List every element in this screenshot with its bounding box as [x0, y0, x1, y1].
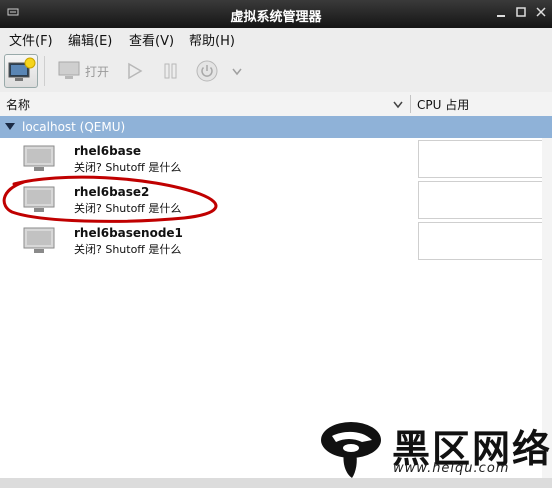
vm-status: 关闭? Shutoff 是什么 [74, 202, 182, 215]
shutdown-menu-button[interactable] [231, 66, 243, 80]
shutdown-button[interactable] [195, 59, 219, 86]
chevron-down-icon [232, 68, 242, 76]
vm-name: rhel6base [74, 144, 142, 158]
open-label: 打开 [85, 65, 110, 79]
window-menu-icon[interactable] [6, 6, 20, 20]
vm-row[interactable]: rhel6base 关闭? Shutoff 是什么 [0, 140, 552, 180]
mushroom-logo-icon [321, 422, 381, 478]
vm-monitor-icon [23, 227, 55, 253]
menu-edit[interactable]: 编辑(E) [68, 30, 112, 49]
bottom-strip [0, 478, 552, 488]
column-header: 名称 CPU 占用 [0, 92, 552, 117]
new-vm-button[interactable] [4, 54, 38, 88]
cpu-usage-graph [418, 181, 544, 219]
column-separator [410, 95, 411, 113]
minimize-icon[interactable] [494, 6, 508, 20]
pause-icon [164, 63, 177, 79]
title-bar: 虚拟系统管理器 [0, 0, 552, 28]
connection-row[interactable]: localhost (QEMU) [0, 116, 552, 138]
menu-bar: 文件(F) 编辑(E) 查看(V) 帮助(H) [0, 28, 552, 50]
maximize-icon[interactable] [514, 6, 528, 20]
vm-row[interactable]: rhel6base2 关闭? Shutoff 是什么 [0, 181, 552, 221]
toolbar: 打开 [0, 50, 552, 93]
menu-view[interactable]: 查看(V) [129, 30, 174, 49]
vm-monitor-icon [23, 186, 55, 212]
vm-status: 关闭? Shutoff 是什么 [74, 161, 182, 174]
close-icon[interactable] [534, 6, 548, 20]
play-icon [128, 62, 143, 80]
power-icon [196, 60, 218, 82]
monitor-icon [58, 61, 80, 79]
run-button[interactable] [126, 62, 144, 83]
vm-name: rhel6basenode1 [74, 226, 183, 240]
vm-row[interactable]: rhel6basenode1 关闭? Shutoff 是什么 [0, 222, 552, 262]
new-vm-icon [8, 57, 36, 81]
pause-button[interactable] [162, 62, 180, 83]
column-name[interactable]: 名称 [6, 96, 30, 113]
menu-file[interactable]: 文件(F) [9, 30, 53, 49]
window-title: 虚拟系统管理器 [230, 10, 322, 25]
vm-monitor-icon [23, 145, 55, 171]
watermark-url: www.heiqu.com [393, 461, 510, 476]
column-sort-chevron-icon[interactable] [392, 100, 404, 110]
vm-name: rhel6base2 [74, 185, 150, 199]
cpu-usage-graph [418, 222, 544, 260]
toolbar-separator [44, 56, 45, 86]
menu-help[interactable]: 帮助(H) [189, 30, 235, 49]
cpu-usage-graph [418, 140, 544, 178]
connection-label: localhost (QEMU) [22, 120, 126, 134]
expander-down-icon[interactable] [5, 123, 15, 131]
open-button[interactable]: 打开 [58, 61, 109, 81]
vm-status: 关闭? Shutoff 是什么 [74, 243, 182, 256]
column-cpu[interactable]: CPU 占用 [417, 96, 469, 113]
